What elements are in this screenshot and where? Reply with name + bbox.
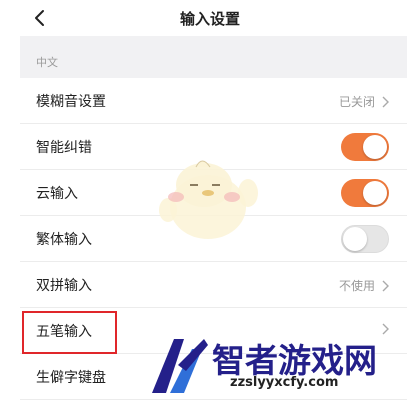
- smart-correction-toggle[interactable]: [341, 133, 389, 161]
- toggle-knob: [363, 181, 387, 205]
- row-label: 智能纠错: [36, 140, 92, 156]
- row-value: 已关闭: [339, 93, 389, 110]
- nav-bar: 输入设置: [0, 0, 420, 36]
- section-header: 中文: [36, 56, 58, 69]
- row-label: 模糊音设置: [36, 94, 106, 110]
- toggle-knob: [343, 227, 367, 251]
- row-label: 生僻字键盘: [36, 370, 106, 386]
- row-label: 繁体输入: [36, 232, 92, 248]
- toggle-knob: [363, 135, 387, 159]
- double-pinyin-value: 不使用: [338, 279, 375, 293]
- row-double-pinyin[interactable]: 双拼输入 不使用: [20, 262, 407, 308]
- fuzzy-pinyin-value: 已关闭: [338, 95, 375, 109]
- row-fuzzy-pinyin[interactable]: 模糊音设置 已关闭: [20, 78, 407, 124]
- watermark-url: zzslyyxcfy.com: [230, 375, 339, 390]
- row-label: 双拼输入: [36, 278, 92, 294]
- traditional-input-toggle[interactable]: [341, 225, 389, 253]
- chevron-right-icon: [382, 323, 389, 335]
- page-title: 输入设置: [179, 10, 240, 28]
- row-value: 不使用: [339, 277, 389, 294]
- chevron-right-icon: [382, 280, 389, 291]
- site-watermark: 智者游戏网 zzslyyxcfy.com: [148, 335, 420, 400]
- row-value: [381, 323, 389, 335]
- row-label: 云输入: [36, 186, 78, 202]
- chevron-right-icon: [382, 96, 389, 107]
- mascot-watermark-icon: [159, 160, 258, 239]
- watermark-logo-icon: [152, 339, 208, 393]
- cloud-input-toggle[interactable]: [341, 179, 389, 207]
- highlight-box: [22, 311, 117, 354]
